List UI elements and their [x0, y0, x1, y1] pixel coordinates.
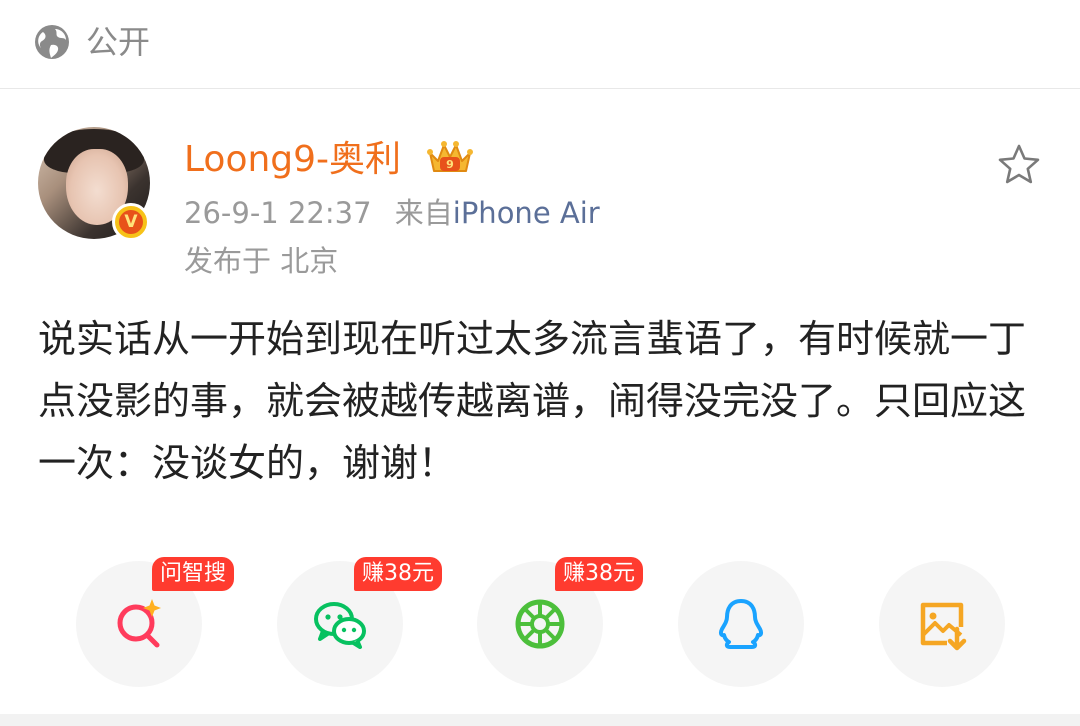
post-meta: 26-9-1 22:37 来自iPhone Air — [184, 193, 600, 233]
qq-icon — [718, 599, 764, 649]
crown-icon[interactable]: 9 — [426, 137, 474, 179]
ai-search-icon — [117, 599, 161, 648]
globe-icon — [35, 25, 69, 59]
ai-search-tag: 问智搜 — [152, 557, 235, 591]
post-location: 发布于 北京 — [184, 244, 339, 278]
verified-v-icon: V — [112, 203, 150, 241]
qq-share-button[interactable] — [678, 561, 804, 687]
wechat-reward-tag: 赚38元 — [354, 557, 442, 591]
svg-text:9: 9 — [446, 158, 454, 171]
source-prefix: 来自 — [394, 196, 453, 230]
moments-icon — [515, 599, 565, 649]
post-text: 说实话从一开始到现在听过太多流言蜚语了，有时候就一丁点没影的事，就会被越传越离谱… — [38, 317, 1027, 485]
timestamp: 26-9-1 22:37 — [184, 196, 372, 230]
save-image-share-button[interactable] — [879, 561, 1005, 687]
moments-reward-tag: 赚38元 — [555, 557, 643, 591]
bottom-divider — [0, 714, 1080, 726]
author-name[interactable]: Loong9-奥利 — [184, 137, 401, 183]
weibo-post-page: 公开 V Loong9-奥利 9 26-9-1 22:37 来自iPhone A… — [0, 0, 1080, 726]
wechat-icon — [314, 602, 366, 649]
share-row: 问智搜 赚38元 赚38元 — [0, 555, 1080, 695]
save-image-icon — [920, 602, 967, 651]
star-icon[interactable] — [996, 142, 1042, 188]
visibility-label: 公开 — [86, 23, 151, 61]
visibility-bar[interactable]: 公开 — [0, 0, 1080, 89]
source-device-link[interactable]: iPhone Air — [453, 196, 600, 230]
